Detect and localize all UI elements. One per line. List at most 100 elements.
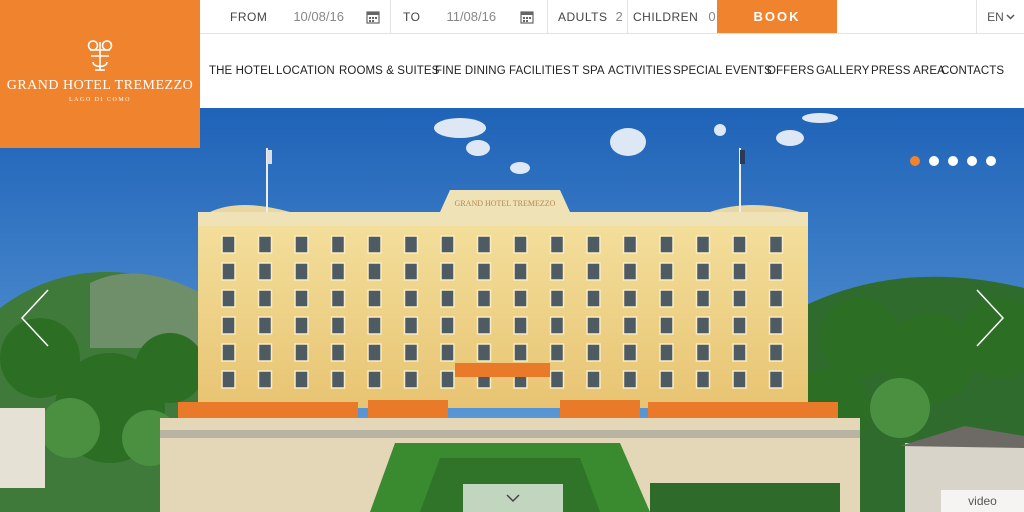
booking-bar: FROM 10/08/16 TO 11/08/16 ADULTS 2 CHILD… [200,0,1024,34]
facade-window [695,235,711,254]
scroll-down-button[interactable] [463,484,563,512]
from-label: FROM [230,9,268,24]
facade-window [549,370,565,389]
facade-window [476,262,492,281]
facade-window [403,289,419,308]
nav-item-offers[interactable]: OFFERS [767,65,814,77]
facade-window [367,235,382,254]
facade-window [294,262,309,281]
language-value: EN [987,9,1004,24]
slide-dot-active[interactable] [910,156,920,166]
facade-window [659,370,674,389]
facade-window [732,262,747,281]
facade-window [768,370,784,389]
facade-window [221,370,236,389]
nav-item-location[interactable]: LOCATION [276,65,335,77]
nav-item-special-events[interactable]: SPECIAL EVENTS [673,65,772,77]
calendar-icon[interactable] [366,10,380,24]
nav-item-fine-dining[interactable]: FINE DINING [435,65,506,77]
facade-window [622,235,638,254]
chevron-down-icon [506,494,520,503]
facade-window [367,316,382,335]
facade-window [586,289,601,308]
facade-window [330,289,346,308]
calendar-icon[interactable] [520,10,534,24]
from-date-value: 10/08/16 [293,9,344,24]
facade-window [221,235,236,254]
children-value: 0 [708,9,716,24]
facade-window [622,343,638,362]
facade-window [403,343,419,362]
facade-window [659,235,674,254]
hotel-photo: GRAND HOTEL TREMEZZO [0,108,1024,512]
facade-window [221,289,236,308]
facade-window [622,370,638,389]
facade-window [513,235,528,254]
slide-dot[interactable] [986,156,996,166]
facade-window [622,289,638,308]
facade-window [732,343,747,362]
video-button[interactable]: video [941,490,1024,512]
facade-window [257,370,273,389]
facade-window [257,289,273,308]
language-selector[interactable]: EN [976,0,1024,33]
facade-window [367,289,382,308]
facade-window [440,235,455,254]
brand-tagline: LAGO DI COMO [69,97,131,103]
facade-window [695,370,711,389]
hotel-logo[interactable]: GRAND HOTEL TREMEZZO LAGO DI COMO [0,0,200,148]
to-field[interactable]: TO 11/08/16 [403,0,534,33]
facade-window [440,262,455,281]
facade-window [440,316,455,335]
facade-window [294,370,309,389]
chevron-left-icon[interactable] [20,288,50,348]
from-field[interactable]: FROM 10/08/16 [230,0,380,33]
facade-window [221,316,236,335]
facade-window [695,262,711,281]
chevron-right-icon[interactable] [975,288,1005,348]
facade-window [586,343,601,362]
facade-window [513,316,528,335]
children-field[interactable]: CHILDREN 0 [633,0,716,33]
nav-item-press-area[interactable]: PRESS AREA [871,65,945,77]
facade-window [403,316,419,335]
divider [547,0,548,33]
nav-item-gallery[interactable]: GALLERY [816,65,870,77]
facade-window [403,235,419,254]
facade-window [549,235,565,254]
divider [390,0,391,33]
adults-field[interactable]: ADULTS 2 [558,0,623,33]
slide-dot[interactable] [967,156,977,166]
to-label: TO [403,9,421,24]
nav-item-contacts[interactable]: CONTACTS [941,65,1004,77]
slide-dot[interactable] [948,156,958,166]
nav-item-t-spa[interactable]: T SPA [572,65,605,77]
facade-window [513,343,528,362]
facade-window [768,262,784,281]
facade-window [732,316,747,335]
facade-window [367,262,382,281]
main-nav: THE HOTEL LOCATION ROOMS & SUITES FINE D… [200,34,1024,108]
facade-window [549,262,565,281]
adults-value: 2 [615,9,623,24]
nav-item-the-hotel[interactable]: THE HOTEL [209,65,274,77]
nav-item-activities[interactable]: ACTIVITIES [608,65,672,77]
monogram-icon [87,40,113,71]
nav-item-facilities[interactable]: FACILITIES [509,65,571,77]
facade-window [330,370,346,389]
book-button[interactable]: BOOK [717,0,837,33]
facade-window [732,289,747,308]
facade-window [695,343,711,362]
facade-window [768,316,784,335]
facade-window [586,316,601,335]
children-label: CHILDREN [633,9,699,24]
chevron-down-icon [1006,14,1015,20]
hero-slideshow: GRAND HOTEL TREMEZZO video [0,108,1024,512]
facade-window [330,316,346,335]
facade-window [257,343,273,362]
nav-item-rooms-suites[interactable]: ROOMS & SUITES [339,65,439,77]
facade-window [549,343,565,362]
slide-dot[interactable] [929,156,939,166]
facade-window [294,343,309,362]
facade-window [659,343,674,362]
